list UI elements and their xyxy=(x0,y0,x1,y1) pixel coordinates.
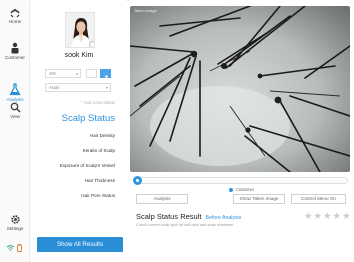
menu-item[interactable]: Hair Pore Status xyxy=(81,193,115,198)
nav-label-home: Home xyxy=(8,19,22,24)
nav-label-customer: Customer xyxy=(5,55,25,60)
customer-panel: sook Kim 40s ▾ Asian ▾ ⌃ Hair Loss Statu… xyxy=(31,0,127,262)
gender-toggle-female[interactable] xyxy=(86,69,97,78)
rating-stars: ★★★★★ xyxy=(304,211,352,222)
menu-hint-label: Hair Loss Status xyxy=(84,100,115,105)
flask-icon xyxy=(9,83,21,96)
menu-item-hair-loss[interactable]: ⌃ Hair Loss Status xyxy=(31,100,127,105)
user-name: sook Kim xyxy=(64,52,94,59)
nav-item-settings[interactable]: Settings xyxy=(0,214,30,231)
wifi-icon xyxy=(6,245,15,251)
menu-item[interactable]: Hair Density xyxy=(90,133,115,138)
chevron-up-icon: ⌃ xyxy=(79,100,84,105)
gender-toggle-male[interactable] xyxy=(100,69,111,81)
nav-item-home[interactable]: Home xyxy=(0,8,30,24)
chevron-down-icon: ▾ xyxy=(105,85,108,90)
result-subtitle: Check current scalp type for self-care a… xyxy=(136,223,234,227)
legend-label: Customer xyxy=(236,187,255,192)
scalp-image: Taken image xyxy=(130,6,350,172)
analysis-content: Taken image Customer Analysis Show Taken… xyxy=(129,0,354,262)
nav-item-view[interactable]: View xyxy=(0,102,30,119)
status-icons xyxy=(6,244,26,252)
ethnicity-select-value: Asian xyxy=(49,85,60,90)
camera-icon[interactable] xyxy=(89,41,94,47)
avatar[interactable] xyxy=(65,12,95,48)
menu-item[interactable]: Keratin of Scalp xyxy=(83,148,115,153)
home-icon xyxy=(10,8,20,18)
age-select[interactable]: 40s ▾ xyxy=(45,69,81,78)
customer-icon xyxy=(11,42,19,54)
result-heading: Scalp Status Result Before Analysis xyxy=(136,212,241,221)
slider-knob[interactable] xyxy=(133,176,142,185)
menu-item[interactable]: Hair Thickness xyxy=(85,178,115,183)
magnifier-icon xyxy=(10,102,21,113)
result-title: Scalp Status Result xyxy=(136,212,202,221)
gear-icon xyxy=(10,215,20,224)
show-taken-image-button[interactable]: Show Taken Image xyxy=(233,194,285,204)
scalp-photo xyxy=(130,6,350,172)
legend-dot xyxy=(229,187,233,192)
control-menu-button[interactable]: Control Menu On xyxy=(291,194,346,204)
legend: Customer xyxy=(229,187,254,192)
nav-label-settings: Settings xyxy=(6,226,24,231)
nav-label-view: View xyxy=(10,114,20,119)
before-analysis-link[interactable]: Before Analysis xyxy=(206,215,242,221)
progress-slider[interactable] xyxy=(133,176,348,185)
chevron-down-icon: ▾ xyxy=(75,71,78,76)
nav-rail: Home Customer Analysis View Settings xyxy=(0,0,30,262)
battery-icon xyxy=(17,244,22,252)
ethnicity-select[interactable]: Asian ▾ xyxy=(45,83,111,92)
section-title[interactable]: Scalp Status xyxy=(62,113,115,124)
show-all-results-button[interactable]: Show All Results xyxy=(37,237,123,252)
nav-item-analysis[interactable]: Analysis xyxy=(0,83,30,102)
age-select-value: 40s xyxy=(49,71,56,76)
menu-item[interactable]: Exposure of Scalp's Vessel xyxy=(60,163,115,168)
nav-item-customer[interactable]: Customer xyxy=(0,42,30,60)
analysis-button[interactable]: Analysis xyxy=(136,194,188,204)
scope-tag: Taken image xyxy=(134,8,157,13)
gender-icon xyxy=(104,74,109,81)
